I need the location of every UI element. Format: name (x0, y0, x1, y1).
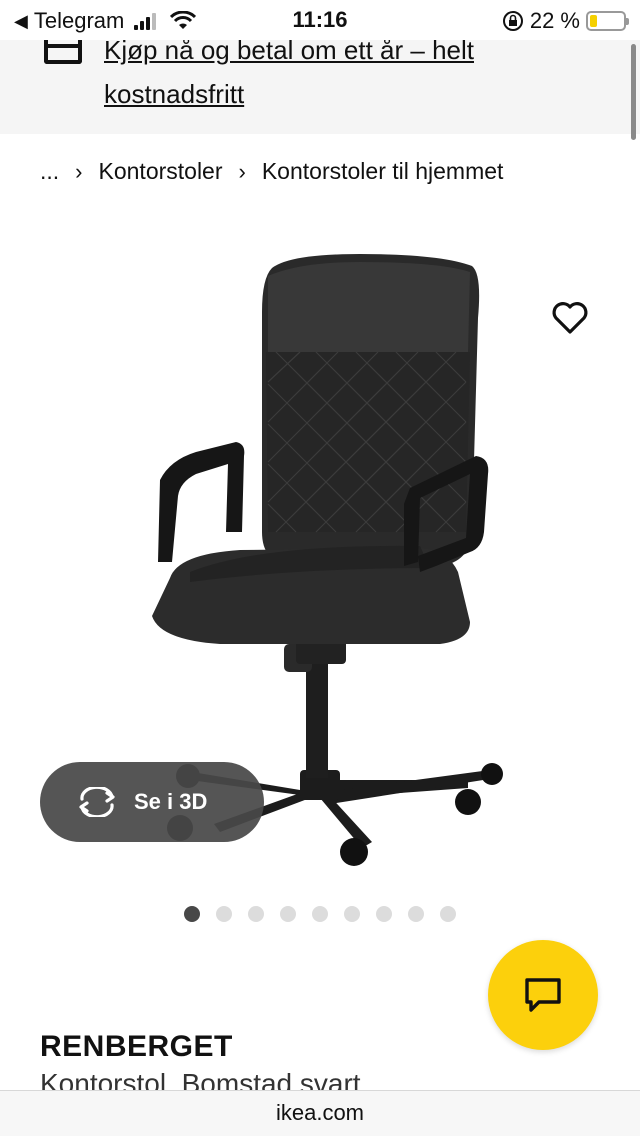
breadcrumb-item-kontorstoler[interactable]: Kontorstoler (99, 158, 223, 185)
chat-button[interactable] (488, 940, 598, 1050)
pagination-dot[interactable] (312, 906, 328, 922)
url-bar[interactable]: ikea.com (0, 1090, 640, 1136)
pagination-dot[interactable] (280, 906, 296, 922)
heart-icon (552, 302, 588, 334)
scroll-indicator (631, 44, 636, 140)
credit-card-icon (44, 40, 82, 64)
pagination-dot[interactable] (408, 906, 424, 922)
rotation-lock-icon (502, 11, 523, 31)
battery-icon (586, 11, 629, 31)
breadcrumb-ellipsis[interactable]: ... (40, 158, 59, 185)
chair-gas-lift (306, 662, 328, 778)
promo-banner[interactable]: Kjøp nå og betal om ett år – helt kostna… (0, 35, 640, 134)
pagination-dot[interactable] (344, 906, 360, 922)
view-in-3d-label: Se i 3D (134, 789, 208, 814)
product-name: RENBERGET (40, 1030, 233, 1063)
rotate-3d-icon (79, 787, 115, 817)
pagination-dot[interactable] (216, 906, 232, 922)
pagination-dot[interactable] (248, 906, 264, 922)
breadcrumb: ... › Kontorstoler › Kontorstoler til hj… (40, 158, 503, 185)
pagination-dot[interactable] (184, 906, 200, 922)
chat-icon (525, 978, 561, 1012)
image-pagination (0, 906, 640, 922)
breadcrumb-item-hjemmet[interactable]: Kontorstoler til hjemmet (262, 158, 504, 185)
pagination-dot[interactable] (440, 906, 456, 922)
battery-percent: 22 % (529, 8, 580, 33)
breadcrumb-separator: › (75, 158, 83, 184)
breadcrumb-separator: › (238, 158, 246, 184)
chair-left-armrest (158, 442, 245, 562)
wishlist-button[interactable] (550, 298, 590, 338)
status-bar: ◀ Telegram 11:16 22 % (0, 0, 640, 40)
pagination-dot[interactable] (376, 906, 392, 922)
view-in-3d-button[interactable]: Se i 3D (40, 762, 264, 842)
promo-link[interactable]: Kjøp nå og betal om ett år – helt kostna… (104, 28, 604, 116)
